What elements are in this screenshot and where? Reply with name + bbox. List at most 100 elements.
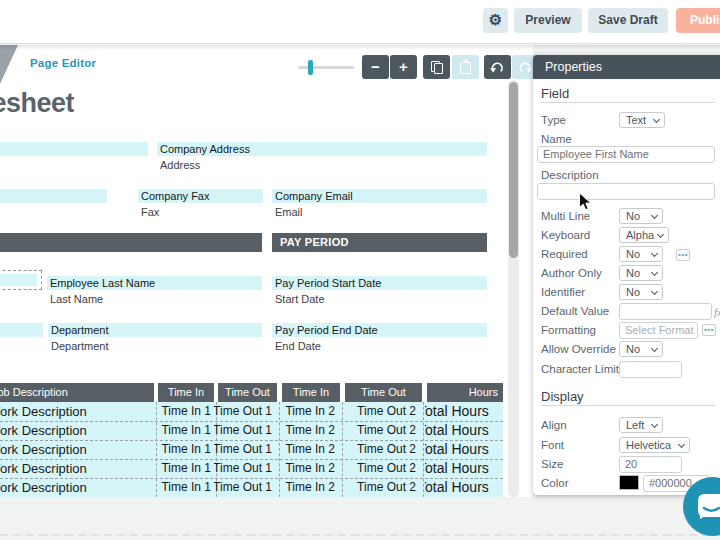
table-cell[interactable]: Total Hours [425, 478, 503, 497]
field-company-phone[interactable] [0, 189, 107, 203]
align-select[interactable]: Left [619, 417, 663, 433]
table-cell[interactable]: Time Out 2 [344, 478, 420, 497]
table-cell[interactable]: Time Out 1 [214, 459, 274, 478]
table-cell[interactable]: Time In 1 [157, 402, 213, 421]
table-cell[interactable]: Work Description [0, 402, 150, 421]
zoom-in-button[interactable]: + [390, 55, 417, 79]
chevron-down-icon [653, 116, 660, 123]
character-limit-label: Character Limit [541, 363, 619, 375]
copy-button[interactable] [423, 55, 450, 79]
timesheet-table-body[interactable]: Work DescriptionTime In 1Time Out 1Time … [0, 402, 503, 497]
table-cell[interactable]: Total Hours [425, 402, 503, 421]
keyboard-select[interactable]: Alpha [619, 227, 669, 243]
table-cell[interactable]: Total Hours [425, 440, 503, 459]
canvas-scrollbar-thumb[interactable] [509, 82, 518, 258]
table-cell[interactable]: Time Out 1 [214, 402, 274, 421]
field-label-last-name: Last Name [50, 293, 103, 305]
field-company-address[interactable]: Company Address [157, 142, 487, 156]
formatting-input[interactable]: Select Format [619, 322, 698, 339]
size-input[interactable]: 20 [619, 456, 682, 473]
fx-formula-icon[interactable]: fx [714, 306, 720, 318]
default-value-label: Default Value [541, 305, 609, 317]
save-draft-button[interactable]: Save Draft [588, 8, 668, 33]
identifier-select[interactable]: No [619, 284, 663, 300]
plus-icon: + [390, 55, 417, 78]
table-cell[interactable]: Time In 1 [157, 421, 213, 440]
table-cell[interactable]: Time In 1 [157, 440, 213, 459]
table-cell[interactable]: Time Out 1 [214, 421, 274, 440]
author-only-select[interactable]: No [619, 265, 663, 281]
table-cell[interactable]: Time In 2 [278, 402, 338, 421]
size-label: Size [541, 458, 563, 470]
table-row[interactable]: Work DescriptionTime In 1Time Out 1Time … [0, 421, 503, 440]
table-cell[interactable]: Time In 1 [157, 459, 213, 478]
table-cell[interactable]: Time In 1 [157, 478, 213, 497]
font-select[interactable]: Helvetica [619, 437, 690, 453]
field-department[interactable]: Department [48, 323, 262, 337]
preview-button[interactable]: Preview [514, 8, 582, 33]
field-company-fax[interactable]: Company Fax [138, 189, 263, 203]
publish-button[interactable]: Publish [676, 8, 720, 33]
zoom-out-button[interactable]: − [362, 55, 389, 79]
field-pay-period-end[interactable]: Pay Period End Date [272, 323, 487, 337]
table-row[interactable]: Work DescriptionTime In 1Time Out 1Time … [0, 402, 503, 421]
field-label-end-date: End Date [275, 340, 321, 352]
table-cell[interactable]: Time In 2 [278, 459, 338, 478]
table-cell[interactable]: Total Hours [425, 421, 503, 440]
chevron-down-icon [651, 212, 658, 219]
zoom-slider-thumb[interactable] [308, 60, 313, 75]
top-bar-shadow [0, 45, 720, 50]
table-cell[interactable]: Time In 2 [278, 421, 338, 440]
table-cell[interactable]: Work Description [0, 478, 150, 497]
description-input[interactable] [537, 183, 715, 200]
properties-panel: Properties Field Type Text Name Employee… [533, 55, 720, 495]
table-cell[interactable]: Time Out 2 [344, 421, 420, 440]
required-more-button[interactable]: ••• [676, 249, 690, 261]
field-company-email[interactable]: Company Email [272, 189, 487, 203]
table-header-time-in-2: Time In [282, 383, 340, 402]
table-cell[interactable]: Time In 2 [278, 440, 338, 459]
field-label-start-date: Start Date [275, 293, 325, 305]
type-select[interactable]: Text [619, 112, 665, 128]
undo-button[interactable] [484, 55, 511, 79]
allow-override-select[interactable]: No [619, 341, 663, 357]
field-employee-last-name[interactable]: Employee Last Name [47, 276, 262, 290]
character-limit-input[interactable] [619, 361, 682, 378]
chevron-down-icon [651, 269, 658, 276]
table-cell[interactable]: Total Hours [425, 459, 503, 478]
zoom-slider-track[interactable] [298, 66, 354, 69]
identifier-label: Identifier [541, 286, 585, 298]
table-cell[interactable]: Work Description [0, 421, 150, 440]
field-label-address: Address [160, 159, 200, 171]
table-row[interactable]: Work DescriptionTime In 1Time Out 1Time … [0, 440, 503, 459]
chat-messenger-button[interactable] [683, 477, 720, 536]
table-header-job-description: Job Description [0, 383, 154, 402]
field-label-fax: Fax [141, 206, 159, 218]
default-value-input[interactable] [619, 303, 712, 320]
table-cell[interactable]: Time Out 2 [344, 459, 420, 478]
section-bar-employee [0, 233, 262, 252]
table-row[interactable]: Work DescriptionTime In 1Time Out 1Time … [0, 478, 503, 497]
field-pay-period-start[interactable]: Pay Period Start Date [272, 276, 487, 290]
table-cell[interactable]: Time Out 1 [214, 478, 274, 497]
settings-gear-button[interactable]: ⚙ [483, 8, 508, 33]
field-company-name[interactable] [0, 142, 148, 156]
font-label: Font [541, 439, 564, 451]
table-cell[interactable]: Work Description [0, 459, 150, 478]
multi-line-select[interactable]: No [619, 208, 663, 224]
table-cell[interactable]: Time In 2 [278, 478, 338, 497]
table-cell[interactable]: Time Out 2 [344, 402, 420, 421]
table-cell[interactable]: Time Out 2 [344, 440, 420, 459]
paste-button[interactable] [452, 55, 479, 79]
chevron-down-icon [651, 288, 658, 295]
field-label-department: Department [51, 340, 108, 352]
field-left-cut[interactable] [0, 323, 43, 337]
table-cell[interactable]: Work Description [0, 440, 150, 459]
table-cell[interactable]: Time Out 1 [214, 440, 274, 459]
table-row[interactable]: Work DescriptionTime In 1Time Out 1Time … [0, 459, 503, 478]
name-input[interactable]: Employee First Name [537, 146, 715, 163]
mouse-cursor [578, 192, 592, 212]
formatting-more-button[interactable]: ••• [702, 324, 716, 336]
color-swatch[interactable] [619, 475, 639, 490]
required-select[interactable]: No [619, 246, 663, 262]
